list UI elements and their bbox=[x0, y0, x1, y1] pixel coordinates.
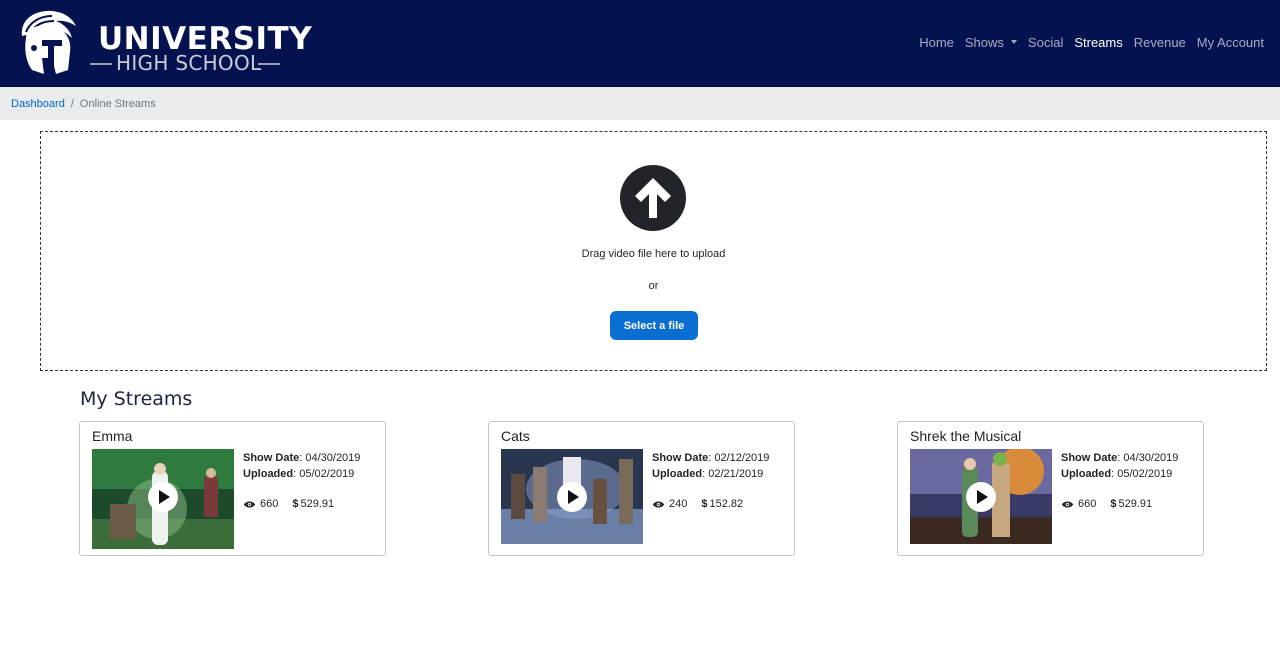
play-button-icon[interactable] bbox=[966, 482, 996, 512]
stream-card-emma[interactable]: Emma Show Date: 04/30/2019 Uploaded: 05/… bbox=[79, 421, 386, 556]
logo-rule-right bbox=[258, 63, 280, 65]
stream-stats: 660 $ 529.91 bbox=[243, 498, 334, 510]
dollar-icon: $ bbox=[1110, 498, 1117, 510]
upload-arrow-icon bbox=[620, 165, 686, 231]
stream-title: Emma bbox=[92, 428, 133, 444]
show-date-label: Show Date bbox=[243, 452, 300, 464]
eye-icon bbox=[243, 500, 256, 508]
select-file-button[interactable]: Select a file bbox=[610, 311, 698, 340]
show-date-label: Show Date bbox=[652, 452, 709, 464]
stream-meta: Show Date: 04/30/2019 Uploaded: 05/02/20… bbox=[243, 452, 361, 480]
nav-streams[interactable]: Streams bbox=[1074, 34, 1122, 52]
stream-title: Shrek the Musical bbox=[910, 428, 1022, 444]
show-date-label: Show Date bbox=[1061, 452, 1118, 464]
stream-stats: 660 $ 529.91 bbox=[1061, 498, 1152, 510]
caret-down-icon bbox=[1010, 39, 1017, 44]
breadcrumb-dashboard-link[interactable]: Dashboard bbox=[11, 98, 65, 110]
revenue-value: 529.91 bbox=[1118, 498, 1153, 510]
revenue-value: 529.91 bbox=[300, 498, 335, 510]
drop-instructions: Drag video file here to upload bbox=[581, 248, 726, 260]
school-logo[interactable]: UNIVERSITY HIGH SCHOOL bbox=[12, 8, 312, 80]
logo-text-high-school: HIGH SCHOOL bbox=[116, 51, 262, 75]
view-count: 240 bbox=[669, 498, 688, 510]
stream-thumbnail[interactable] bbox=[92, 449, 234, 549]
uploaded-label: Uploaded bbox=[1061, 468, 1112, 480]
revenue-value: 152.82 bbox=[709, 498, 744, 510]
stream-thumbnail[interactable] bbox=[910, 449, 1052, 544]
play-button-icon[interactable] bbox=[557, 482, 587, 512]
stream-title: Cats bbox=[501, 428, 530, 444]
breadcrumb-current: Online Streams bbox=[79, 97, 156, 110]
nav-home[interactable]: Home bbox=[919, 34, 954, 52]
show-date-value: 04/30/2019 bbox=[305, 452, 361, 464]
nav-shows-dropdown[interactable]: Shows bbox=[965, 34, 1017, 52]
stream-meta: Show Date: 02/12/2019 Uploaded: 02/21/20… bbox=[652, 452, 770, 480]
eye-icon bbox=[652, 500, 665, 508]
dollar-icon: $ bbox=[701, 498, 708, 510]
stream-thumbnail[interactable] bbox=[501, 449, 643, 544]
stream-stats: 240 $ 152.82 bbox=[652, 498, 743, 510]
nav-revenue[interactable]: Revenue bbox=[1134, 34, 1186, 52]
view-count: 660 bbox=[1078, 498, 1097, 510]
uploaded-value: 05/02/2019 bbox=[1117, 468, 1173, 480]
view-count: 660 bbox=[260, 498, 279, 510]
dollar-icon: $ bbox=[292, 498, 299, 510]
stream-card-cats[interactable]: Cats Show Date: 02/12/2019 Uploaded: 02/… bbox=[488, 421, 795, 556]
nav-my-account[interactable]: My Account bbox=[1197, 34, 1264, 52]
eye-icon bbox=[1061, 500, 1074, 508]
uploaded-label: Uploaded bbox=[243, 468, 294, 480]
upload-dropzone[interactable]: Drag video file here to upload or Select… bbox=[40, 131, 1267, 371]
stream-meta: Show Date: 04/30/2019 Uploaded: 05/02/20… bbox=[1061, 452, 1179, 480]
breadcrumb: Dashboard / Online Streams bbox=[0, 87, 1280, 120]
uploaded-value: 05/02/2019 bbox=[299, 468, 355, 480]
uploaded-label: Uploaded bbox=[652, 468, 703, 480]
uploaded-value: 02/21/2019 bbox=[708, 468, 764, 480]
navbar: UNIVERSITY HIGH SCHOOL Home Shows Social… bbox=[0, 0, 1280, 87]
nav-shows-label: Shows bbox=[964, 35, 1004, 50]
logo-rule-left bbox=[90, 63, 112, 65]
breadcrumb-separator: / bbox=[70, 97, 74, 110]
nav-social[interactable]: Social bbox=[1028, 34, 1063, 52]
spartan-helmet-icon bbox=[21, 10, 76, 74]
or-separator-text: or bbox=[648, 280, 659, 292]
play-button-icon[interactable] bbox=[148, 482, 178, 512]
show-date-value: 04/30/2019 bbox=[1123, 452, 1179, 464]
my-streams-heading: My Streams bbox=[80, 388, 193, 410]
stream-card-shrek[interactable]: Shrek the Musical Show Date: 04/30/2019 … bbox=[897, 421, 1204, 556]
show-date-value: 02/12/2019 bbox=[714, 452, 770, 464]
main-nav: Home Shows Social Streams Revenue My Acc… bbox=[908, 34, 1264, 52]
